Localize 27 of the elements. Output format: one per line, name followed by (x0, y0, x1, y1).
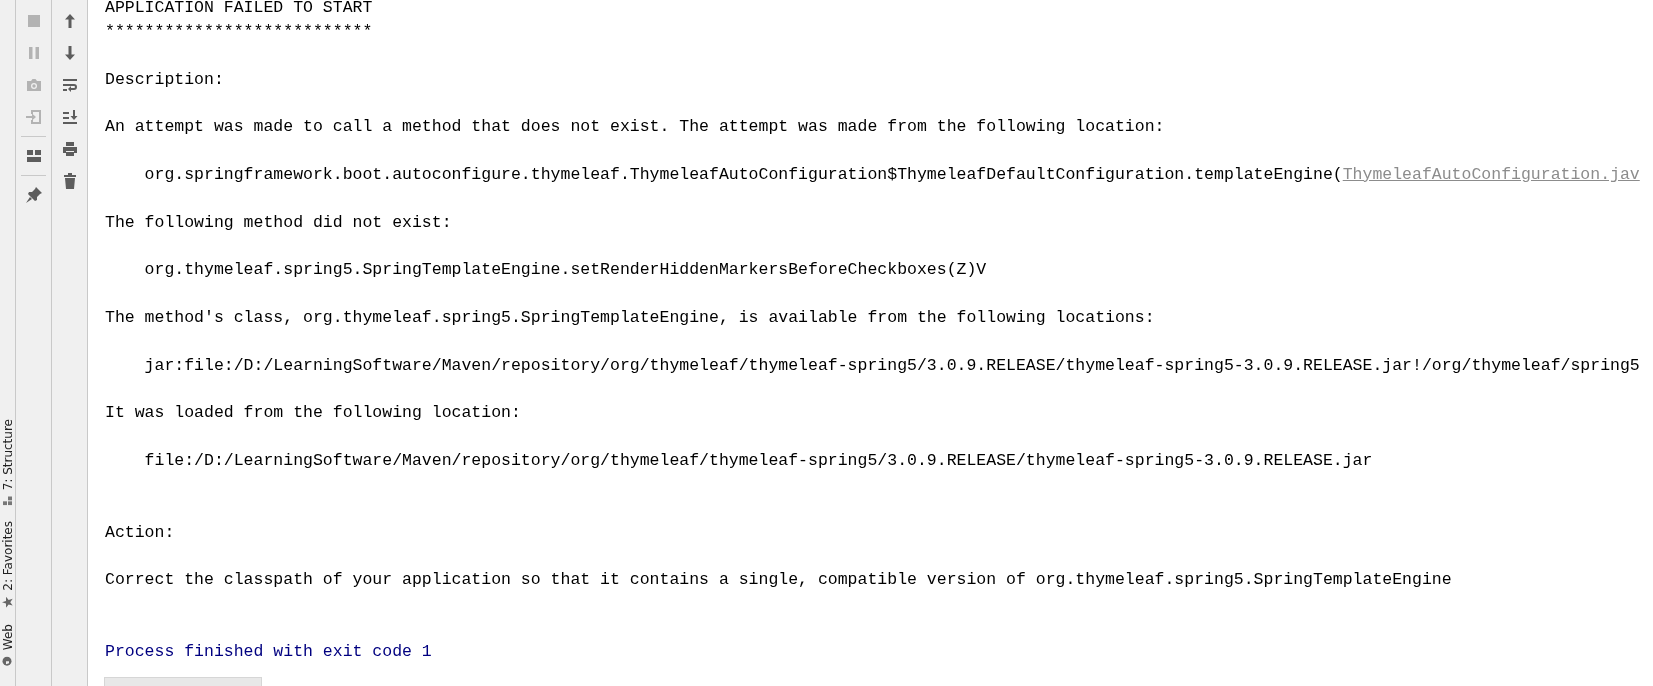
console-line: It was loaded from the following location: (105, 403, 521, 423)
console-line: Description: (105, 69, 224, 89)
layout-icon (24, 147, 43, 165)
console-line: file:/D:/LearningSoftware/Maven/repository/org/thymeleaf/thymeleaf-spring5/3.0.9.RELEASE/thymeleaf-spring5-3.0.9.RELEASE.jar (143, 451, 1373, 471)
tool-window-tab[interactable]: 7: Structure (0, 418, 15, 506)
printer-icon (60, 140, 79, 158)
console-line: APPLICATION FAILED TO START (105, 0, 373, 17)
exit-icon (24, 108, 43, 126)
console-line: Correct the classpath of your application so that it contains a single, compatible version of org.thymeleaf.spring5.SpringTemplateEngine (105, 570, 1452, 590)
console-line: The method's class, org.thymeleaf.spring5.SpringTemplateEngine, is available from the following locations: (105, 307, 1155, 327)
structure-icon (3, 496, 12, 506)
console-line: jar:file:/D:/LearningSoftware/Maven/repository/org/thymeleaf/thymeleaf-spring5/3.0.9.RELEASE/thymeleaf-spring5-3.0.9.RELEASE.jar!/org/thymeleaf/spring5 (143, 355, 1640, 375)
camera-icon (24, 76, 43, 94)
star-icon (2, 596, 13, 608)
console-line: An attempt was made to call a method that does not exist. The attempt was made from the following location: (105, 117, 1165, 137)
console-line: org.thymeleaf.spring5.SpringTemplateEngine.setRenderHiddenMarkersBeforeCheckboxes(Z)V (143, 260, 987, 280)
tool-window-tab[interactable]: 2: Favorites (0, 521, 15, 608)
soft-wrap-icon (60, 76, 79, 94)
exit-message: Process finished with exit code 1 (105, 641, 432, 661)
scrollbar-thumb[interactable] (104, 677, 262, 686)
console-line: The following method did not exist: (105, 212, 452, 232)
console-line: *************************** (105, 21, 373, 41)
console-line: org.springframework.boot.autoconfigure.thymeleaf.ThymeleafAutoConfiguration$ThymeleafDefaultConfiguration.templateEngine( (143, 164, 1343, 184)
pin-icon (24, 186, 43, 204)
scroll-to-end-icon (60, 108, 79, 126)
console-line: Action: (105, 522, 175, 542)
tool-window-tab[interactable]: Web (0, 623, 15, 666)
